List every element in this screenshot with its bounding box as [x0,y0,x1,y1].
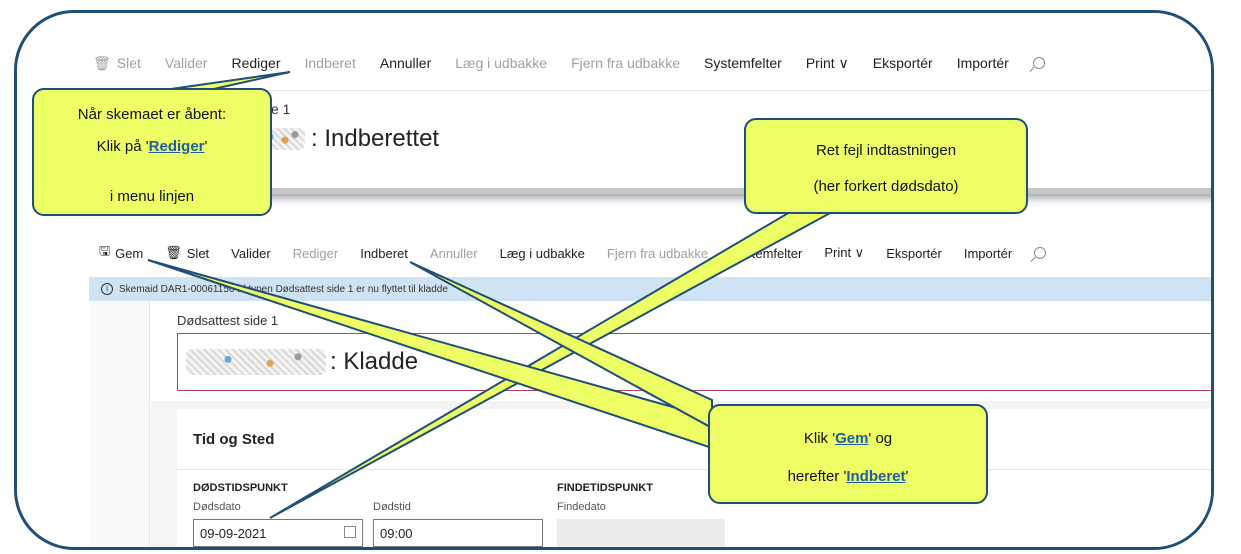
callout-line: Når skemaet er åbent: [77,106,227,123]
indberet-link: Indberet [846,468,906,485]
callout-pointers [147,71,833,519]
callout-line: (her forkert dødsdato) [813,178,959,195]
callout-line: i menu linjen [109,188,195,205]
callout-line: herefter 'Indberet' [787,468,909,485]
callout-ret-fejl: Ret fejl indtastningen (her forkert døds… [744,118,1028,214]
gem-link: Gem [835,430,869,447]
callout-line: Klik på 'Rediger' [96,138,208,155]
callout-gem-indberet: Klik 'Gem' og herefter 'Indberet' [708,404,988,504]
callout-rediger: Når skemaet er åbent: Klik på 'Rediger' … [32,88,272,216]
callout-line: Klik 'Gem' og [803,430,893,447]
pointer-gem [147,259,713,450]
callout-line: Ret fejl indtastningen [815,142,957,159]
rediger-link: Rediger [148,138,205,155]
